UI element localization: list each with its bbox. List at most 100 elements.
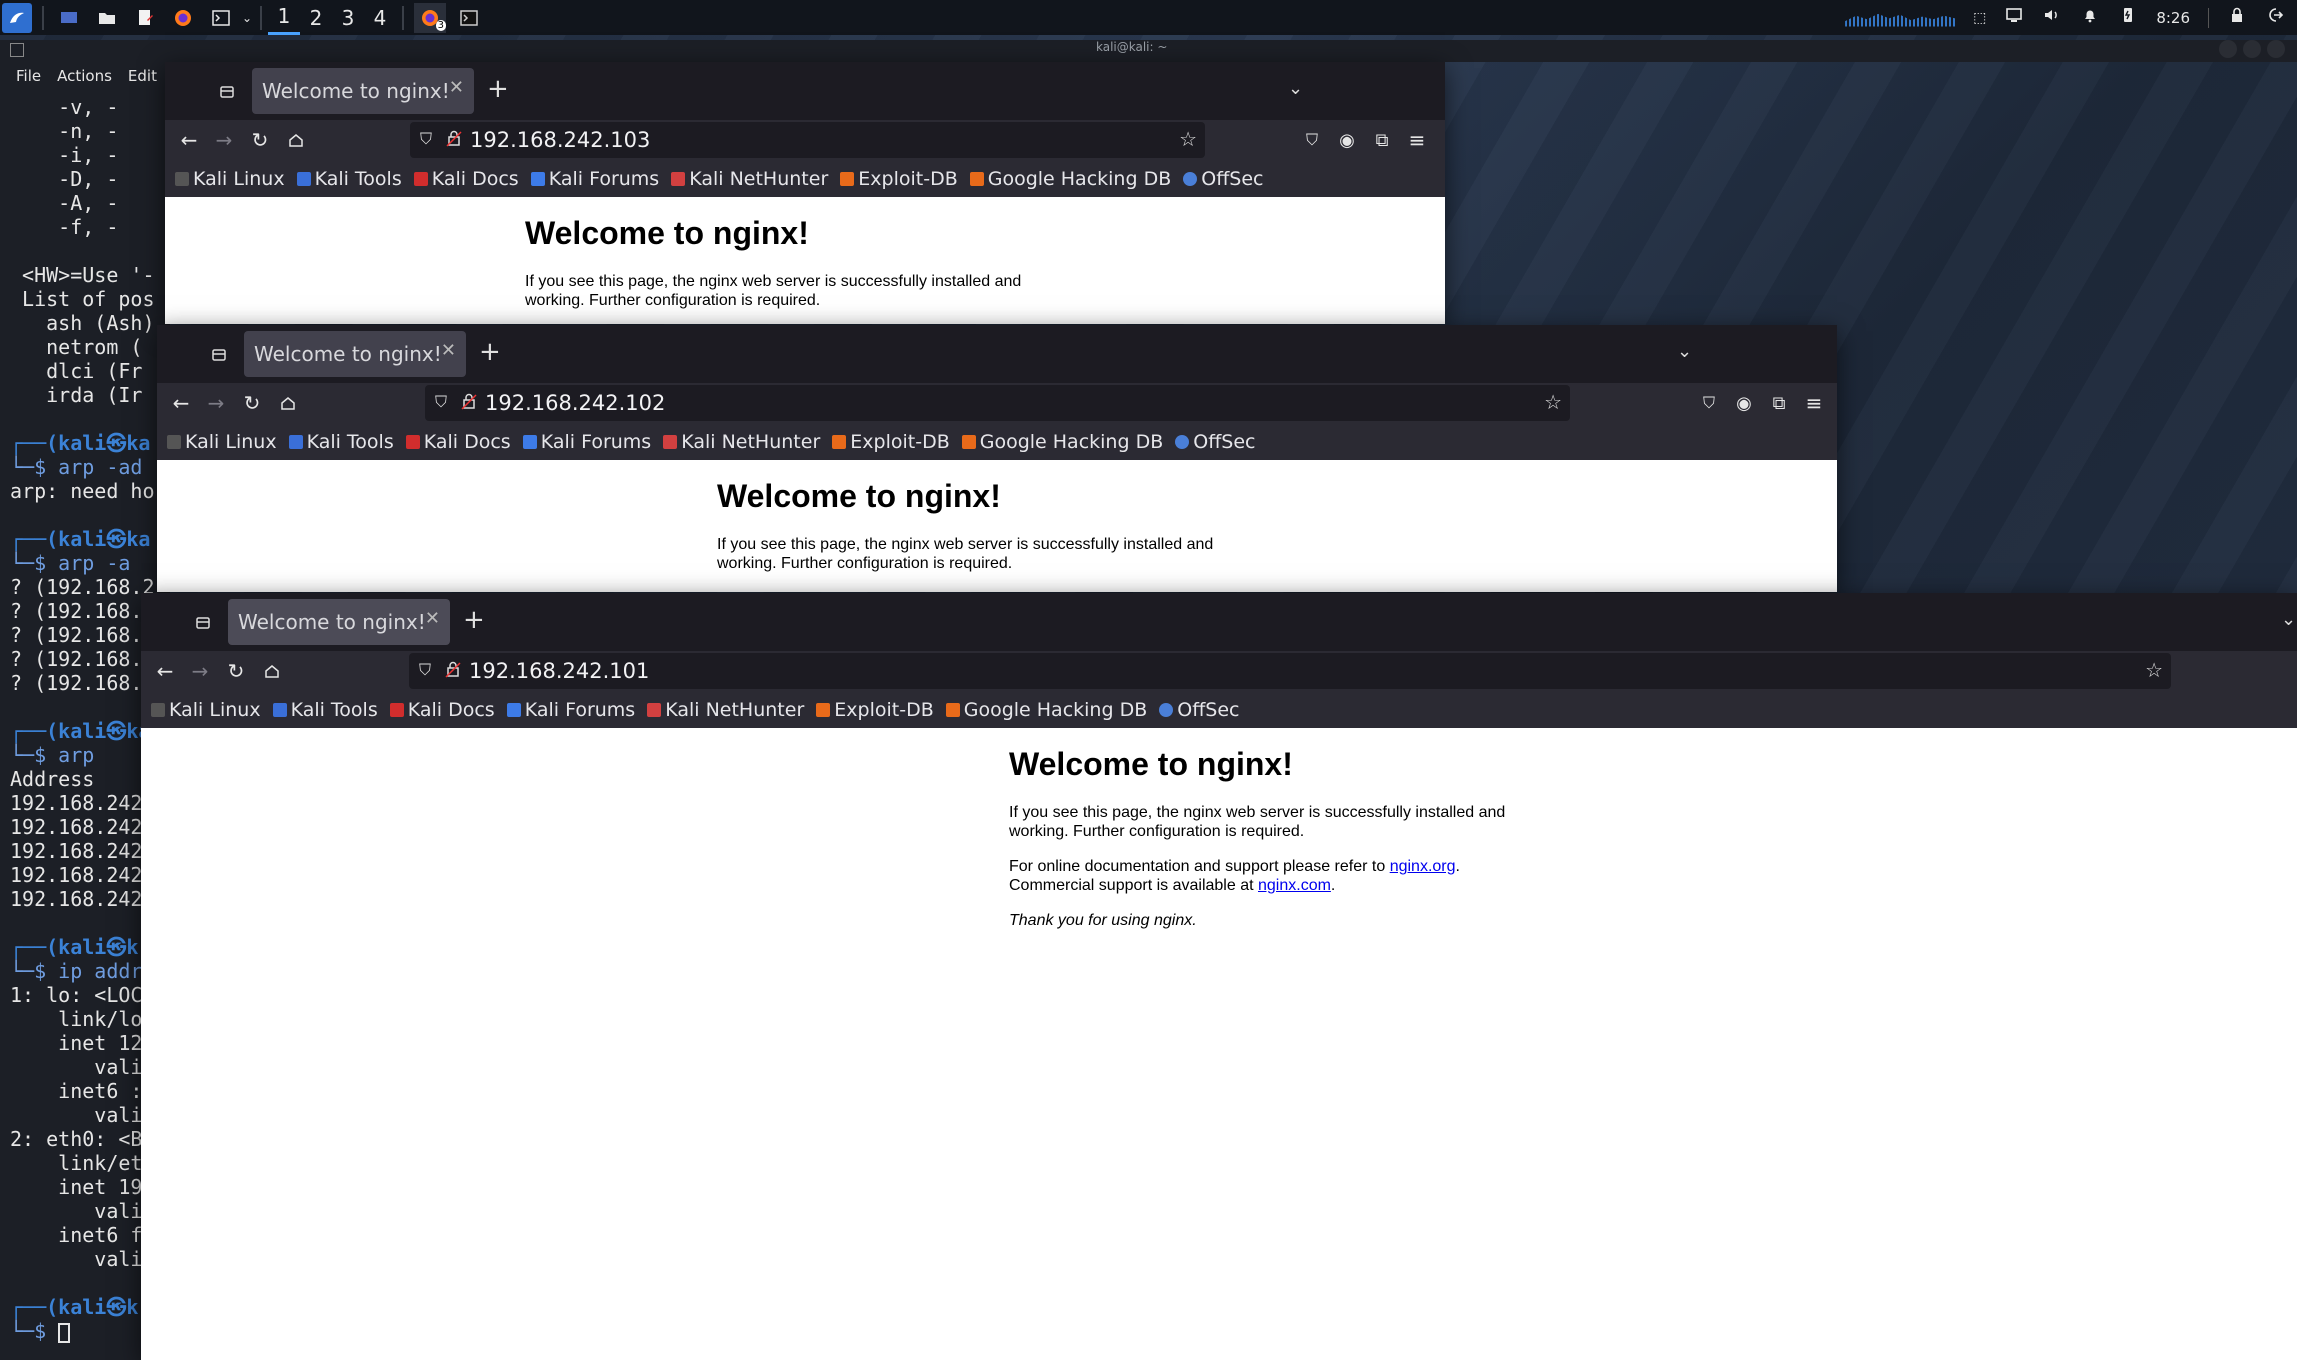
minimize-button[interactable]	[2219, 40, 2237, 58]
shield-icon[interactable]: ⛉	[435, 392, 447, 412]
bookmark-kali-nethunter[interactable]: Kali NetHunter	[663, 431, 820, 453]
bookmark-kali-forums[interactable]: Kali Forums	[506, 699, 635, 721]
back-icon[interactable]: ←	[169, 391, 193, 415]
url-bar[interactable]: ⛉ 192.168.242.101 ☆	[409, 653, 2171, 689]
bookmark-kali-forums[interactable]: Kali Forums	[522, 431, 651, 453]
account-icon[interactable]: ◉	[1335, 128, 1359, 152]
lock-icon[interactable]	[2227, 5, 2247, 30]
back-icon[interactable]: ←	[177, 128, 201, 152]
forward-icon[interactable]: →	[204, 391, 228, 415]
nginx-com-link[interactable]: nginx.com	[1258, 877, 1331, 894]
url-bar[interactable]: ⛉ 192.168.242.103 ☆	[410, 122, 1205, 158]
workspace-4[interactable]: 4	[364, 0, 396, 35]
file-manager-icon[interactable]	[92, 3, 122, 33]
firefox-view-icon[interactable]	[215, 80, 239, 104]
nginx-org-link[interactable]: nginx.org	[1390, 858, 1456, 875]
menu-actions[interactable]: Actions	[57, 67, 112, 85]
firefox-view-icon[interactable]	[191, 611, 215, 635]
bookmark-kali-tools[interactable]: Kali Tools	[296, 168, 402, 190]
menu-icon[interactable]: ≡	[1802, 391, 1826, 415]
list-all-tabs-icon[interactable]: ⌄	[2281, 609, 2296, 630]
url-bar[interactable]: ⛉ 192.168.242.102 ☆	[425, 385, 1570, 421]
bookmark-kali-linux[interactable]: Kali Linux	[167, 431, 277, 453]
url-text[interactable]: 192.168.242.101	[469, 659, 649, 683]
bookmark-exploit-db[interactable]: Exploit-DB	[840, 168, 958, 190]
bookmark-offsec[interactable]: OffSec	[1183, 168, 1264, 190]
bookmark-kali-nethunter[interactable]: Kali NetHunter	[647, 699, 804, 721]
forward-icon[interactable]: →	[212, 128, 236, 152]
shield-icon[interactable]: ⛉	[419, 660, 431, 680]
home-icon[interactable]	[276, 391, 300, 415]
bookmark-google-hacking-db[interactable]: Google Hacking DB	[961, 431, 1163, 453]
terminal-task-button[interactable]	[454, 3, 484, 33]
firefox-task-button[interactable]: 3	[414, 2, 446, 33]
pocket-icon[interactable]: ⛉	[1300, 128, 1324, 152]
tab-active[interactable]: Welcome to nginx! ✕	[252, 68, 474, 114]
shield-icon[interactable]: ⛉	[420, 129, 432, 149]
account-icon[interactable]: ◉	[1732, 391, 1756, 415]
bookmark-kali-nethunter[interactable]: Kali NetHunter	[671, 168, 828, 190]
reload-icon[interactable]: ↻	[240, 391, 264, 415]
maximize-button[interactable]	[2243, 40, 2261, 58]
home-icon[interactable]	[284, 128, 308, 152]
tab-active[interactable]: Welcome to nginx! ✕	[244, 331, 466, 377]
logout-icon[interactable]	[2265, 5, 2285, 30]
reload-icon[interactable]: ↻	[224, 659, 248, 683]
menu-icon[interactable]: ≡	[1405, 128, 1429, 152]
display-icon[interactable]	[2004, 5, 2024, 30]
terminal-launcher-icon[interactable]	[206, 3, 236, 33]
extensions-icon[interactable]: ⧉	[1370, 128, 1394, 152]
bookmark-kali-docs[interactable]: Kali Docs	[405, 431, 511, 453]
clock[interactable]: 8:26	[2156, 9, 2190, 27]
new-tab-button[interactable]: +	[479, 337, 501, 367]
chevron-down-icon[interactable]: ⌄	[240, 0, 254, 35]
bookmark-google-hacking-db[interactable]: Google Hacking DB	[945, 699, 1147, 721]
close-button[interactable]	[2267, 40, 2285, 58]
tab-close-icon[interactable]: ✕	[441, 340, 456, 361]
forward-icon[interactable]: →	[188, 659, 212, 683]
bookmark-google-hacking-db[interactable]: Google Hacking DB	[969, 168, 1171, 190]
back-icon[interactable]: ←	[153, 659, 177, 683]
tab-close-icon[interactable]: ✕	[425, 608, 440, 629]
notification-bell-icon[interactable]	[2080, 5, 2100, 30]
bookmark-star-icon[interactable]: ☆	[2145, 658, 2163, 682]
bookmark-exploit-db[interactable]: Exploit-DB	[832, 431, 950, 453]
firefox-icon[interactable]	[168, 3, 198, 33]
bookmark-kali-docs[interactable]: Kali Docs	[389, 699, 495, 721]
network-icon[interactable]: ⬚	[1973, 10, 1986, 26]
bookmark-kali-tools[interactable]: Kali Tools	[288, 431, 394, 453]
workspace-3[interactable]: 3	[332, 0, 364, 35]
bookmark-kali-docs[interactable]: Kali Docs	[413, 168, 519, 190]
volume-icon[interactable]	[2042, 5, 2062, 30]
menu-edit[interactable]: Edit	[128, 67, 157, 85]
new-tab-button[interactable]: +	[487, 74, 509, 104]
reload-icon[interactable]: ↻	[248, 128, 272, 152]
url-text[interactable]: 192.168.242.102	[485, 391, 665, 415]
list-all-tabs-icon[interactable]: ⌄	[1677, 341, 1692, 362]
workspace-1[interactable]: 1	[268, 0, 300, 35]
battery-icon[interactable]	[2118, 5, 2138, 30]
menu-file[interactable]: File	[16, 67, 41, 85]
bookmark-exploit-db[interactable]: Exploit-DB	[816, 699, 934, 721]
new-tab-button[interactable]: +	[463, 605, 485, 635]
lock-icon[interactable]	[461, 392, 477, 414]
show-desktop-icon[interactable]	[54, 3, 84, 33]
kali-menu-icon[interactable]	[2, 2, 32, 33]
extensions-icon[interactable]: ⧉	[1767, 391, 1791, 415]
bookmark-star-icon[interactable]: ☆	[1544, 390, 1562, 414]
bookmark-kali-tools[interactable]: Kali Tools	[272, 699, 378, 721]
workspace-2[interactable]: 2	[300, 0, 332, 35]
bookmark-offsec[interactable]: OffSec	[1159, 699, 1240, 721]
bookmark-kali-forums[interactable]: Kali Forums	[530, 168, 659, 190]
lock-icon[interactable]	[445, 660, 461, 682]
tab-close-icon[interactable]: ✕	[449, 77, 464, 98]
bookmark-kali-linux[interactable]: Kali Linux	[175, 168, 285, 190]
lock-icon[interactable]	[446, 129, 462, 151]
list-all-tabs-icon[interactable]: ⌄	[1288, 78, 1303, 99]
pocket-icon[interactable]: ⛉	[1697, 391, 1721, 415]
home-icon[interactable]	[260, 659, 284, 683]
firefox-view-icon[interactable]	[207, 343, 231, 367]
bookmark-star-icon[interactable]: ☆	[1179, 127, 1197, 151]
bookmark-offsec[interactable]: OffSec	[1175, 431, 1256, 453]
text-editor-icon[interactable]	[130, 3, 160, 33]
